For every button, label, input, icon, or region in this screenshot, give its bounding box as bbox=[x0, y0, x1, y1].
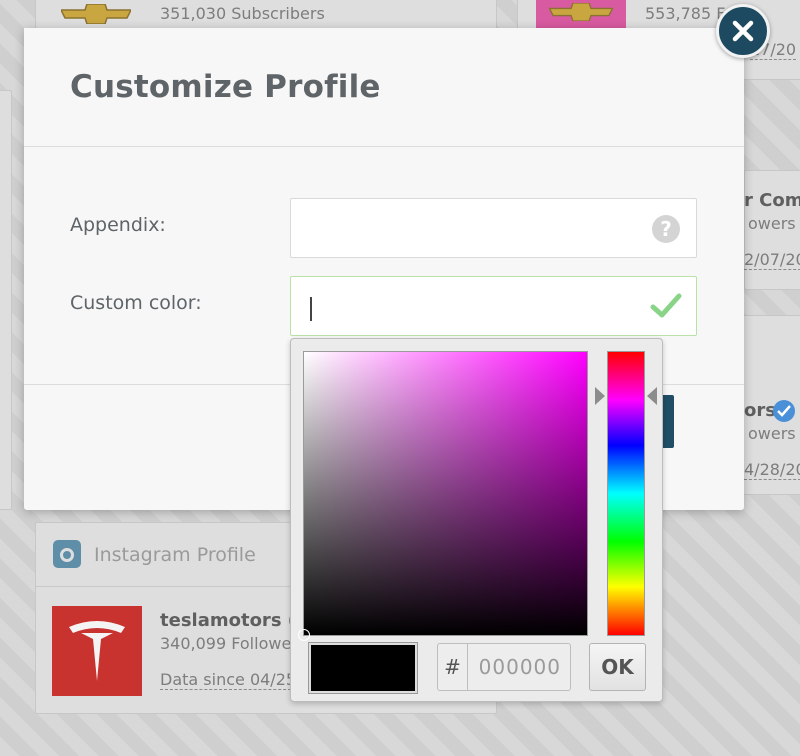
bg-verified-date: 4/28/20 bbox=[744, 460, 800, 480]
bg-company-date: 2/07/20 bbox=[744, 250, 800, 270]
tesla-logo-icon bbox=[52, 606, 142, 696]
bg-company-followers: owers bbox=[748, 214, 796, 233]
help-icon[interactable]: ? bbox=[652, 215, 680, 243]
hue-slider[interactable] bbox=[607, 351, 645, 636]
color-preview-swatch bbox=[308, 642, 418, 694]
instagram-icon bbox=[53, 540, 81, 568]
close-button[interactable] bbox=[716, 4, 770, 58]
bg-tesla-followers: 340,099 Follower bbox=[160, 634, 298, 653]
text-caret bbox=[310, 297, 312, 321]
chevrolet-pink-logo-icon bbox=[536, 0, 626, 30]
hex-input-group: # 000000 bbox=[437, 643, 571, 691]
bg-tesla-data-since: Data since 04/25 bbox=[160, 670, 297, 690]
checkmark-icon bbox=[650, 293, 682, 318]
hex-hash-label: # bbox=[438, 644, 468, 690]
close-icon bbox=[732, 20, 754, 42]
hue-slider-handle-right-icon[interactable] bbox=[647, 387, 657, 405]
bg-followers-text: 553,785 F bbox=[645, 4, 726, 23]
bg-tesla-name: teslamotors (T bbox=[160, 610, 309, 631]
bg-company-name: r Comp bbox=[744, 190, 800, 211]
saturation-brightness-area[interactable] bbox=[298, 351, 588, 641]
hue-slider-handle-left-icon[interactable] bbox=[595, 387, 605, 405]
appendix-input[interactable]: ? bbox=[290, 198, 697, 258]
bg-instagram-title: Instagram Profile bbox=[94, 544, 256, 566]
color-picker: # 000000 OK bbox=[290, 338, 663, 702]
appendix-label: Appendix: bbox=[70, 214, 166, 236]
bg-verified-followers: owers bbox=[748, 424, 796, 443]
bg-card-left-strip bbox=[0, 90, 12, 510]
modal-title: Customize Profile bbox=[70, 69, 381, 105]
chevrolet-logo-icon bbox=[57, 0, 135, 28]
modal-header: Customize Profile bbox=[24, 28, 744, 147]
custom-color-label: Custom color: bbox=[70, 292, 202, 314]
hex-input[interactable]: 000000 bbox=[468, 644, 570, 690]
verified-badge-icon bbox=[773, 400, 795, 422]
saturation-marker[interactable] bbox=[298, 629, 310, 641]
bg-verified-name: ors bbox=[744, 400, 776, 421]
bg-subscribers-text: 351,030 Subscribers bbox=[160, 4, 325, 23]
custom-color-input[interactable] bbox=[290, 276, 697, 336]
ok-button[interactable]: OK bbox=[589, 643, 646, 691]
